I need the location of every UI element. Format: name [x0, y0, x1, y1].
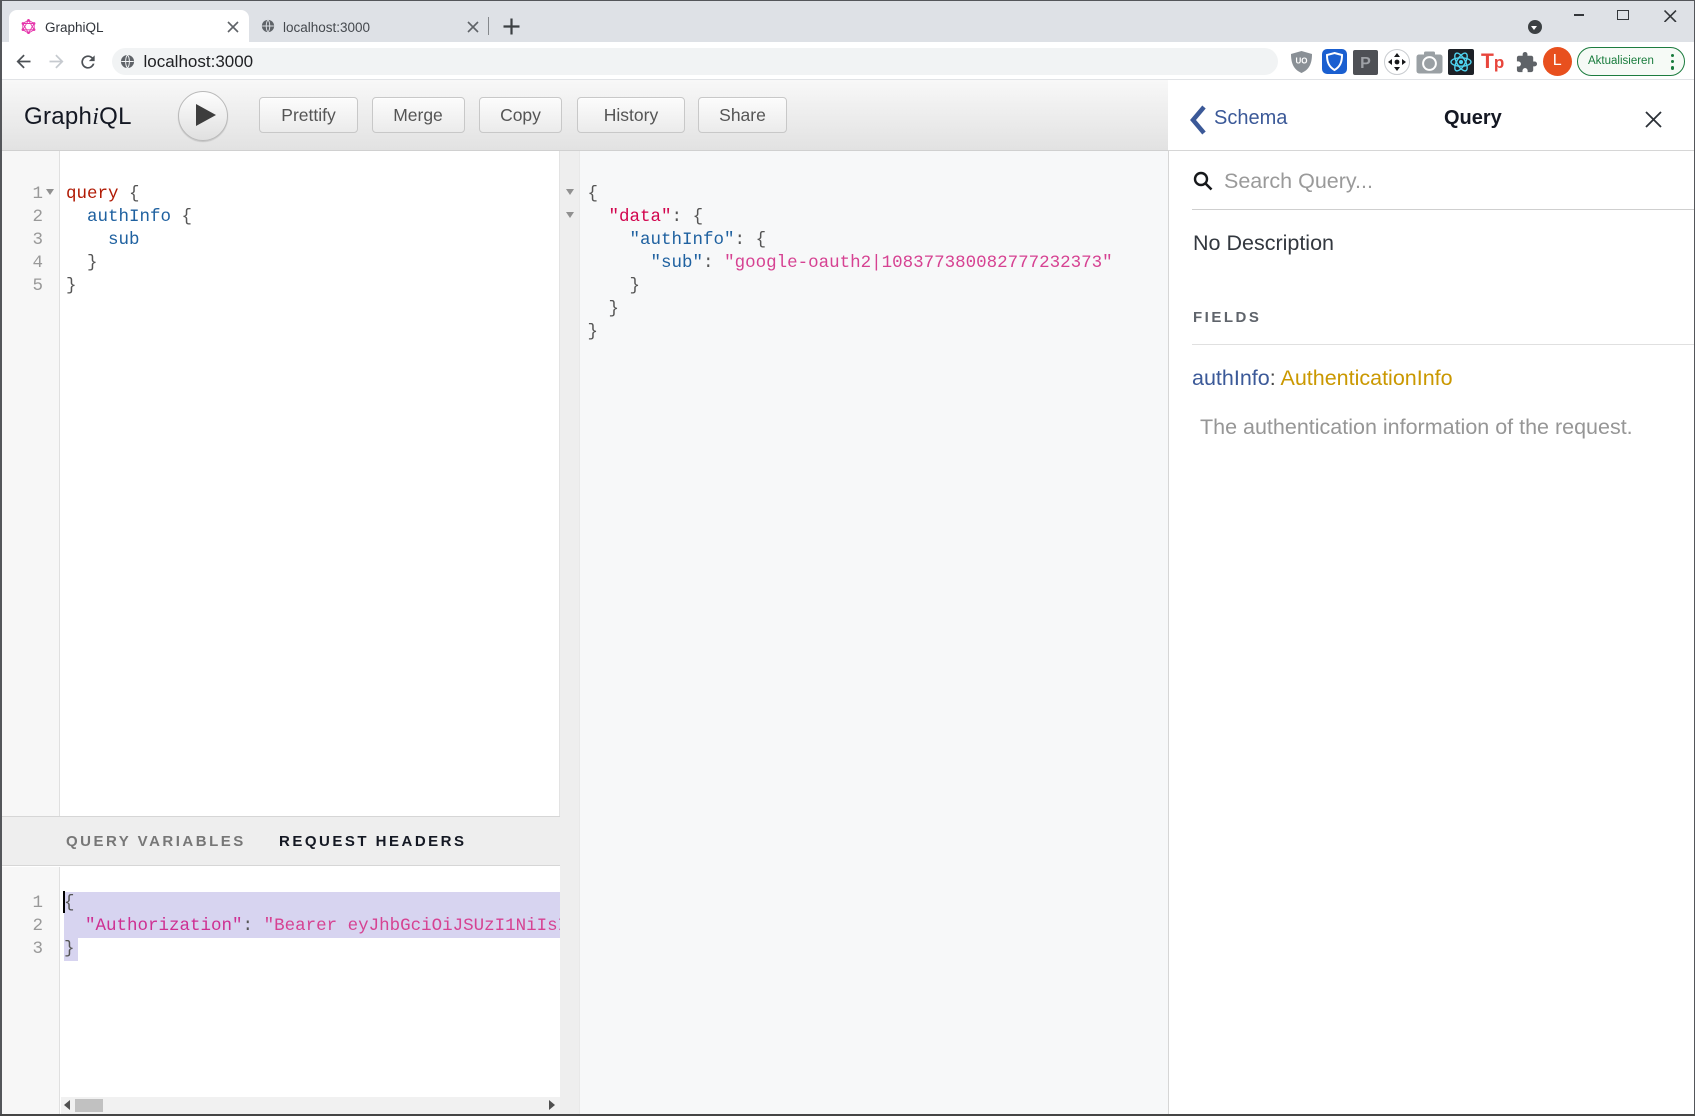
svg-text:P: P [1360, 55, 1371, 72]
svg-text:UO: UO [1296, 57, 1308, 66]
